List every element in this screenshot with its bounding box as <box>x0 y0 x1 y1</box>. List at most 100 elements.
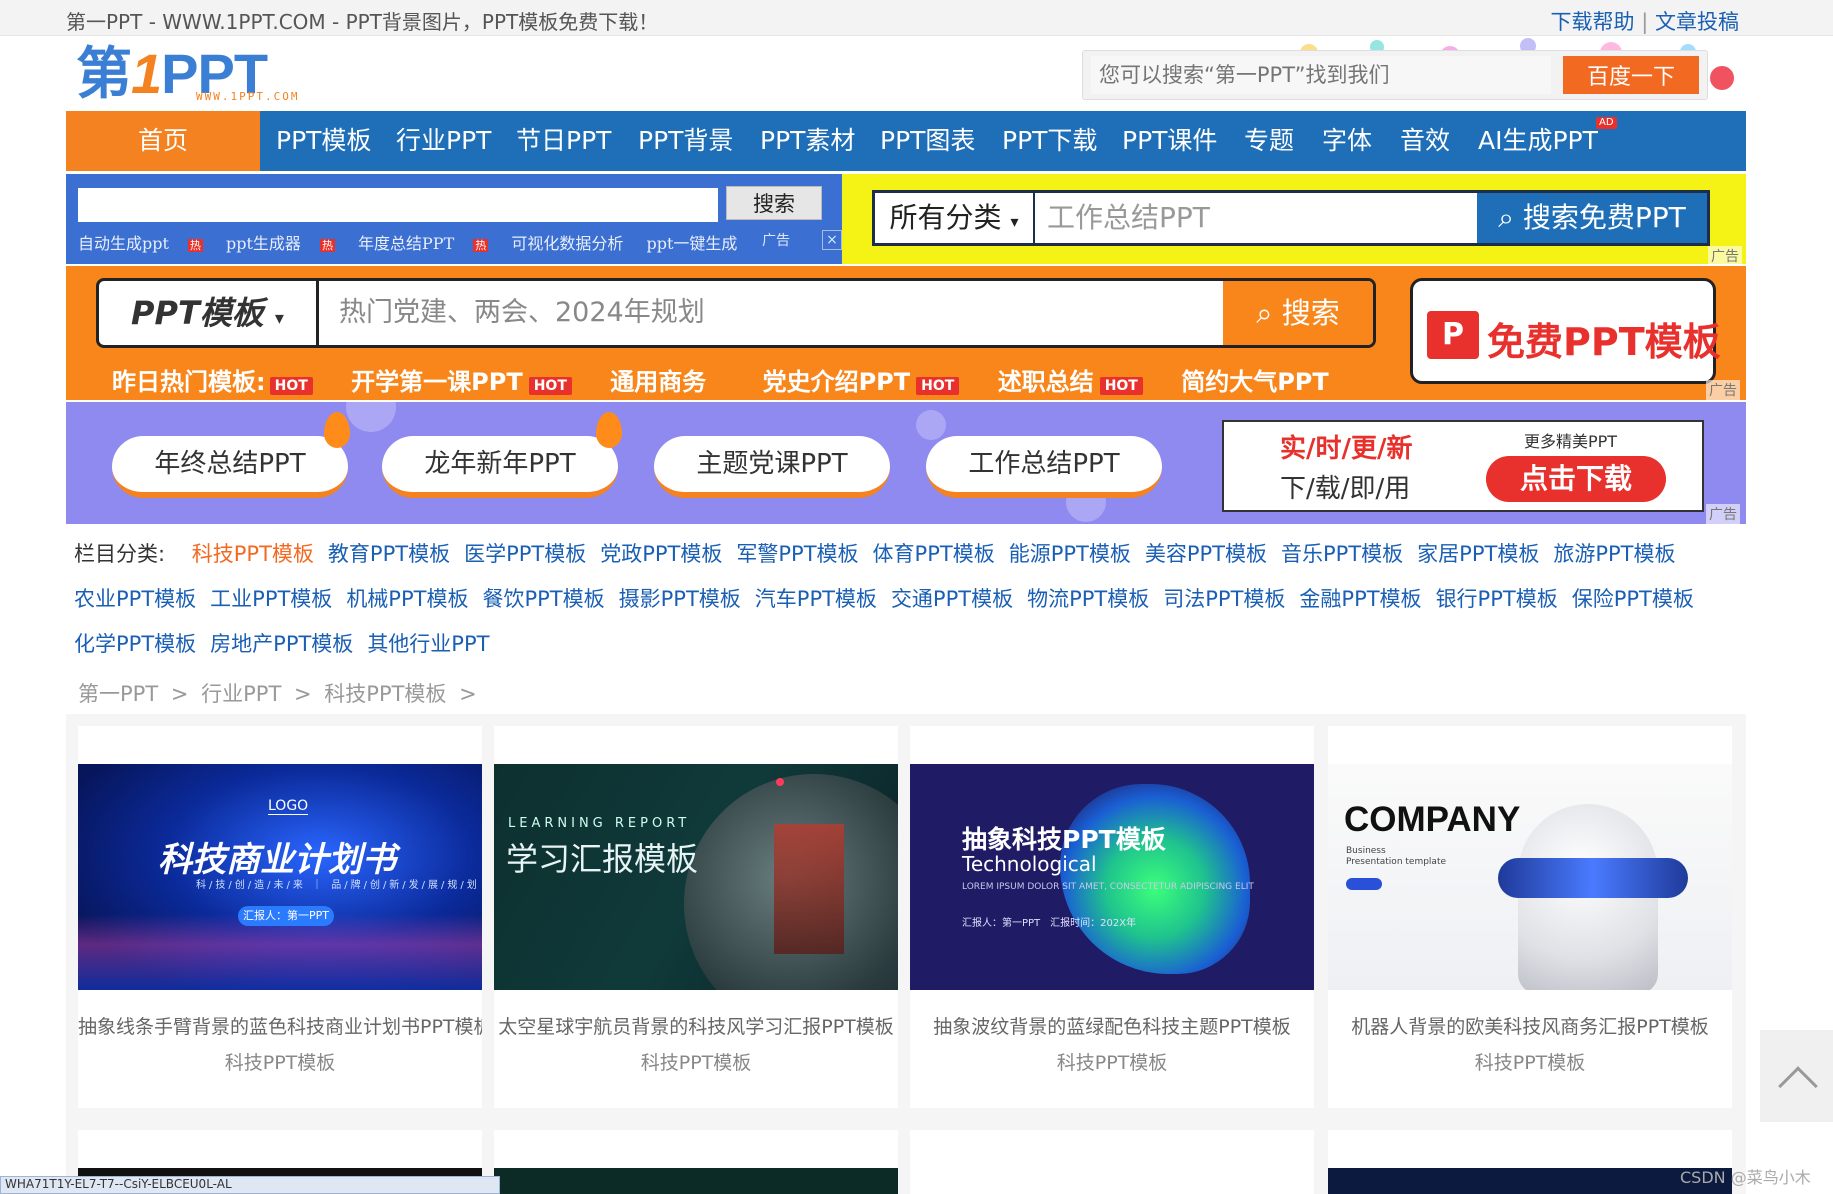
ad-yellow-input[interactable]: 工作总结PPT <box>1047 193 1210 243</box>
category-link[interactable]: 能源PPT模板 <box>1009 542 1131 566</box>
category-link[interactable]: 其他行业PPT <box>367 632 489 656</box>
template-category[interactable]: 科技PPT模板 <box>78 1048 482 1075</box>
breadcrumb-item[interactable]: 行业PPT <box>201 682 281 706</box>
category-link[interactable]: 物流PPT模板 <box>1027 587 1149 611</box>
template-card[interactable]: COMPANY Business Presentation template 机… <box>1328 726 1732 1108</box>
promo-pill[interactable]: 主题党课PPT <box>654 436 890 498</box>
category-link[interactable]: 司法PPT模板 <box>1163 587 1285 611</box>
category-link[interactable]: 科技PPT模板 <box>192 542 314 566</box>
template-thumbnail[interactable]: COMPANY Business Presentation template <box>1328 764 1732 990</box>
template-card[interactable]: LOGO 科技商业计划书 科/技/创/造/未/来 ｜ 品/牌/创/新/发/展/规… <box>78 726 482 1108</box>
template-category[interactable]: 科技PPT模板 <box>494 1048 898 1075</box>
breadcrumb-item[interactable]: 第一PPT <box>78 682 158 706</box>
ad-search-input[interactable] <box>78 188 718 222</box>
category-link[interactable]: 机械PPT模板 <box>346 587 468 611</box>
template-card[interactable] <box>1328 1130 1732 1194</box>
template-card[interactable]: LEARNING REPORT 学习汇报模板 太空星球宇航员背景的科技风学习汇报… <box>494 726 898 1108</box>
template-card[interactable]: 抽象科技PPT模板 Technological LOREM IPSUM DOLO… <box>910 726 1314 1108</box>
template-category-dropdown[interactable]: PPT模板 ▾ <box>99 281 319 345</box>
back-to-top-button[interactable] <box>1760 1030 1833 1122</box>
ad-keyword-link[interactable]: 年度总结PPT 热 <box>358 234 489 253</box>
template-category[interactable]: 科技PPT模板 <box>910 1048 1314 1075</box>
category-link[interactable]: 餐饮PPT模板 <box>482 587 604 611</box>
template-thumbnail[interactable]: LEARNING REPORT 学习汇报模板 <box>494 764 898 990</box>
category-link[interactable]: 化学PPT模板 <box>74 632 196 656</box>
baidu-search-input[interactable] <box>1091 56 1551 94</box>
ad-keyword-link[interactable]: ppt生成器热 <box>226 234 335 253</box>
site-logo[interactable]: 第1PPT WWW.1PPT.COM <box>76 46 326 104</box>
template-title[interactable]: 机器人背景的欧美科技风商务汇报PPT模板 <box>1328 1012 1732 1039</box>
template-thumbnail[interactable] <box>910 1168 1314 1194</box>
download-help-link[interactable]: 下载帮助 <box>1551 10 1635 34</box>
template-category[interactable]: 科技PPT模板 <box>1328 1048 1732 1075</box>
ad-orange-search-button[interactable]: ⌕ 搜索 <box>1223 281 1373 345</box>
click-download-button[interactable]: 点击下载 <box>1486 456 1666 502</box>
template-thumbnail[interactable] <box>494 1168 898 1194</box>
nav-item-ppt-materials[interactable]: PPT素材 <box>760 111 855 171</box>
ad-search-button[interactable]: 搜索 <box>726 186 822 220</box>
category-link[interactable]: 银行PPT模板 <box>1436 587 1558 611</box>
ad-label: 广告 <box>1708 246 1742 266</box>
nav-item-home[interactable]: 首页 <box>66 111 260 171</box>
category-link[interactable]: 工业PPT模板 <box>210 587 332 611</box>
nav-item-ppt-backgrounds[interactable]: PPT背景 <box>638 111 733 171</box>
close-icon[interactable]: × <box>822 230 842 250</box>
nav-item-topics[interactable]: 专题 <box>1244 111 1294 171</box>
nav-item-fonts[interactable]: 字体 <box>1322 111 1372 171</box>
free-ppt-banner[interactable]: P 免费PPT模板 <box>1410 278 1721 384</box>
ad-orange-input[interactable]: 热门党建、两会、2024年规划 <box>339 281 705 345</box>
template-thumbnail[interactable]: LOGO 科技商业计划书 科/技/创/造/未/来 ｜ 品/牌/创/新/发/展/规… <box>78 764 482 990</box>
category-link[interactable]: 交通PPT模板 <box>891 587 1013 611</box>
category-link[interactable]: 房地产PPT模板 <box>210 632 353 656</box>
template-thumbnail[interactable]: 抽象科技PPT模板 Technological LOREM IPSUM DOLO… <box>910 764 1314 990</box>
template-thumbnail[interactable] <box>1328 1168 1732 1194</box>
template-title[interactable]: 抽象波纹背景的蓝绿配色科技主题PPT模板 <box>910 1012 1314 1039</box>
template-title[interactable]: 太空星球宇航员背景的科技风学习汇报PPT模板 <box>494 1012 898 1039</box>
template-card[interactable] <box>910 1130 1314 1194</box>
breadcrumb-item[interactable]: 科技PPT模板 <box>324 682 446 706</box>
ad-keyword-link[interactable]: 可视化数据分析 <box>511 234 623 253</box>
template-title[interactable]: 抽象线条手臂背景的蓝色科技商业计划书PPT模板 <box>78 1012 482 1039</box>
category-link[interactable]: 军警PPT模板 <box>736 542 858 566</box>
submit-article-link[interactable]: 文章投稿 <box>1655 10 1739 34</box>
nav-item-ppt-courseware[interactable]: PPT课件 <box>1122 111 1217 171</box>
category-link[interactable]: 汽车PPT模板 <box>755 587 877 611</box>
ad-yellow-searchbox: 所有分类 ▾ 工作总结PPT ⌕ 搜索免费PPT <box>872 190 1710 246</box>
nav-item-industry-ppt[interactable]: 行业PPT <box>396 111 491 171</box>
promo-pill[interactable]: 龙年新年PPT <box>382 436 618 498</box>
category-link[interactable]: 音乐PPT模板 <box>1281 542 1403 566</box>
category-link[interactable]: 体育PPT模板 <box>873 542 995 566</box>
hot-tag[interactable]: 通用商务 <box>610 368 706 396</box>
hot-tag[interactable]: 简约大气PPT <box>1181 368 1329 396</box>
nav-item-ppt-downloads[interactable]: PPT下载 <box>1002 111 1097 171</box>
ad-keyword-link[interactable]: 自动生成ppt 热 <box>78 234 203 253</box>
category-link[interactable]: 金融PPT模板 <box>1299 587 1421 611</box>
category-link[interactable]: 美容PPT模板 <box>1145 542 1267 566</box>
promo-line-1: 实/时/更/新 <box>1280 434 1413 464</box>
category-link[interactable]: 党政PPT模板 <box>600 542 722 566</box>
nav-item-sound-effects[interactable]: 音效 <box>1400 111 1450 171</box>
category-link[interactable]: 医学PPT模板 <box>464 542 586 566</box>
nav-item-ppt-charts[interactable]: PPT图表 <box>880 111 975 171</box>
hot-tag[interactable]: 开学第一课PPT <box>351 368 523 396</box>
promo-pill[interactable]: 工作总结PPT <box>926 436 1162 498</box>
promo-pill[interactable]: 年终总结PPT <box>112 436 348 498</box>
nav-item-holiday-ppt[interactable]: 节日PPT <box>516 111 611 171</box>
category-link[interactable]: 摄影PPT模板 <box>619 587 741 611</box>
category-link[interactable]: 旅游PPT模板 <box>1553 542 1675 566</box>
category-dropdown[interactable]: 所有分类 ▾ <box>875 193 1035 243</box>
search-free-ppt-button[interactable]: ⌕ 搜索免费PPT <box>1477 193 1707 243</box>
category-link[interactable]: 保险PPT模板 <box>1572 587 1694 611</box>
category-link[interactable]: 家居PPT模板 <box>1417 542 1539 566</box>
template-card[interactable] <box>494 1130 898 1194</box>
category-link[interactable]: 农业PPT模板 <box>74 587 196 611</box>
hot-tag[interactable]: 述职总结 <box>998 368 1094 396</box>
nav-item-ai-ppt[interactable]: AI生成PPT <box>1478 111 1598 171</box>
ad-keyword-link[interactable]: ppt一键生成 <box>646 234 737 253</box>
baidu-search-button[interactable]: 百度一下 <box>1563 56 1699 94</box>
hot-tag[interactable]: 党史介绍PPT <box>763 368 911 396</box>
breadcrumb-separator: > <box>293 682 312 706</box>
category-link[interactable]: 教育PPT模板 <box>328 542 450 566</box>
thumbnail-presenter: 汇报人：第一PPT 汇报时间：202X年 <box>962 918 1137 929</box>
nav-item-ppt-templates[interactable]: PPT模板 <box>276 111 371 171</box>
